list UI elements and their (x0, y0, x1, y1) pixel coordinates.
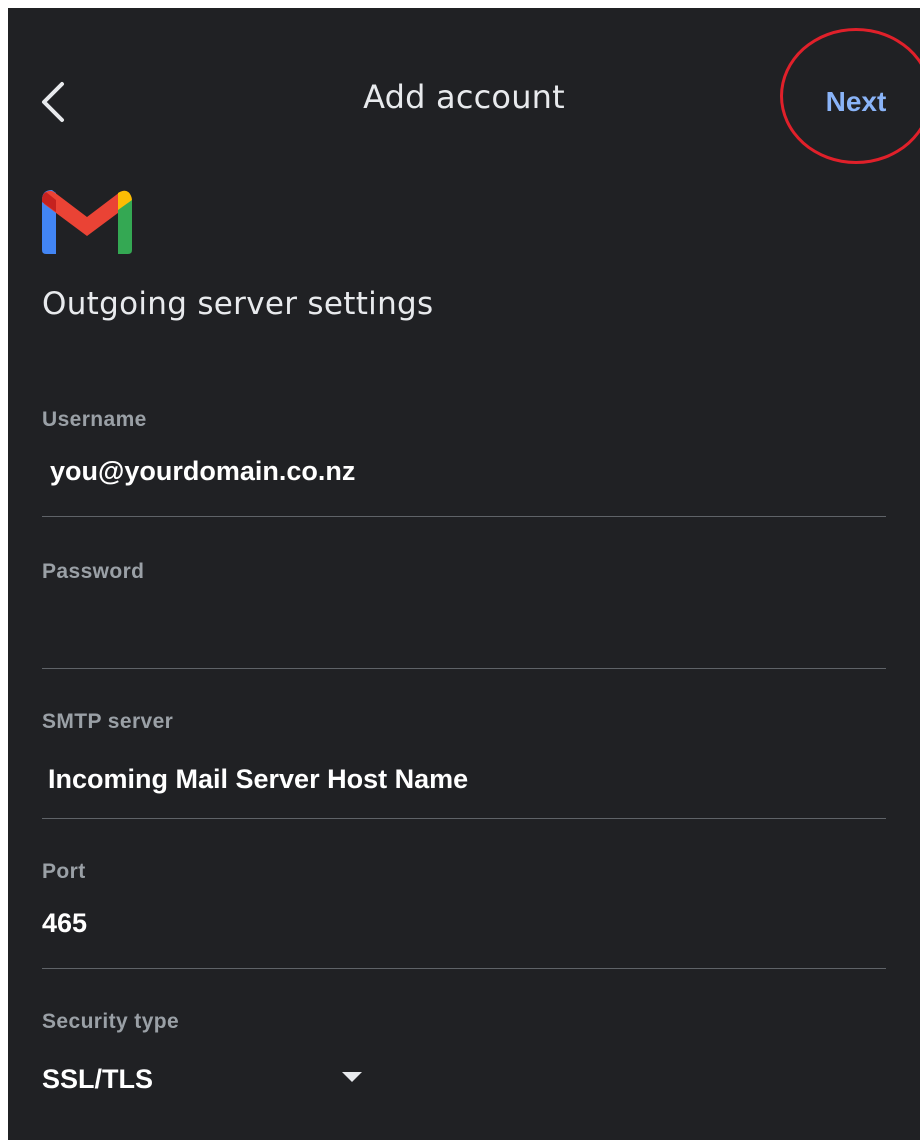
gmail-logo-icon (42, 190, 132, 254)
username-value[interactable]: you@yourdomain.co.nz (50, 456, 355, 487)
next-button[interactable]: Next (804, 76, 908, 128)
security-type-value[interactable]: SSL/TLS (42, 1064, 153, 1095)
username-label: Username (42, 408, 147, 431)
port-divider (42, 968, 886, 969)
smtp-server-label: SMTP server (42, 710, 174, 733)
security-type-label: Security type (42, 1010, 180, 1033)
security-type-field[interactable]: Security type SSL/TLS (42, 1010, 886, 1120)
username-divider (42, 516, 886, 517)
top-app-bar: Add account Next (8, 8, 920, 188)
password-field[interactable]: Password (42, 560, 886, 672)
smtp-server-field[interactable]: SMTP server Incoming Mail Server Host Na… (42, 710, 886, 822)
smtp-server-value[interactable]: Incoming Mail Server Host Name (48, 764, 468, 795)
port-value[interactable]: 465 (42, 908, 87, 939)
smtp-server-divider (42, 818, 886, 819)
port-label: Port (42, 860, 86, 883)
password-label: Password (42, 560, 145, 583)
password-divider (42, 668, 886, 669)
dropdown-arrow-icon[interactable] (342, 1072, 362, 1082)
section-heading: Outgoing server settings (42, 286, 434, 322)
username-field[interactable]: Username you@yourdomain.co.nz (42, 408, 886, 520)
mail-setup-screen: Add account Next Outgoing server setting… (8, 8, 920, 1140)
page-title: Add account (363, 78, 565, 116)
password-input[interactable] (42, 600, 886, 650)
port-field[interactable]: Port 465 (42, 860, 886, 972)
